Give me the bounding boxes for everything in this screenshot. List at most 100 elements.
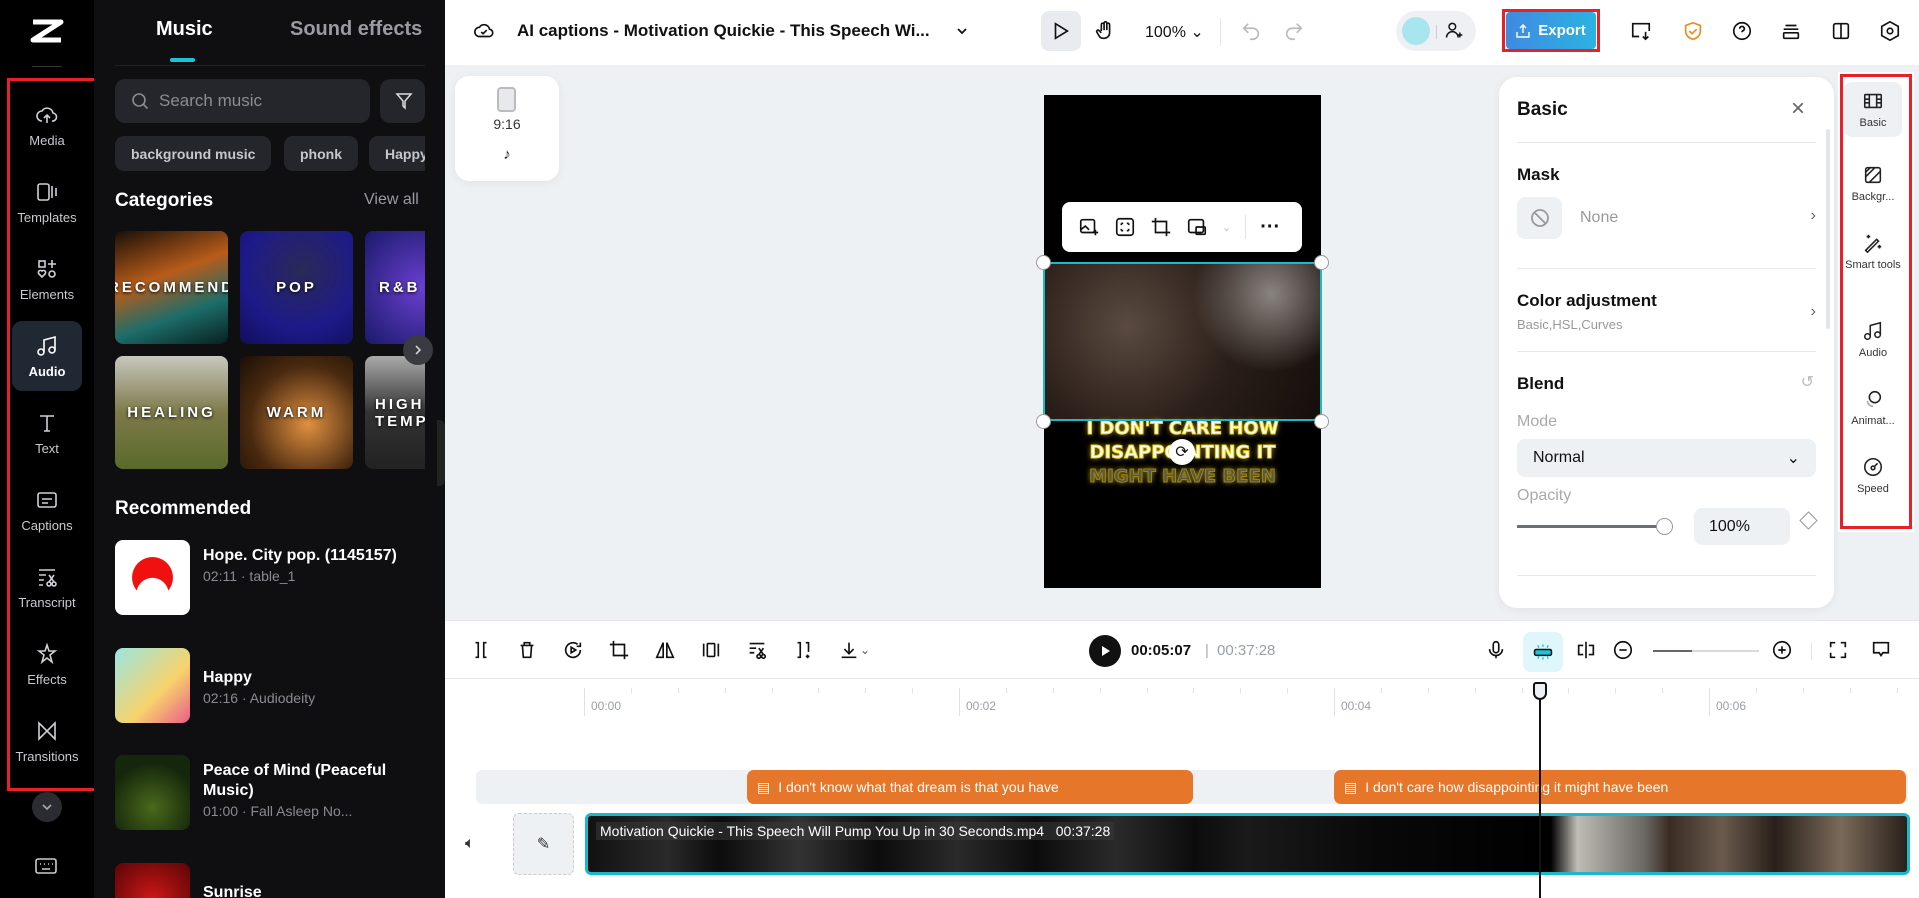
help-button[interactable] (1731, 20, 1753, 42)
rail-captions[interactable]: Captions (12, 475, 82, 545)
settings-button[interactable] (1879, 20, 1901, 42)
zoom-out-icon[interactable] (1612, 639, 1634, 661)
right-rail-basic[interactable]: Basic (1844, 82, 1902, 137)
replay-icon[interactable] (562, 639, 584, 661)
video-clip[interactable]: Motivation Quickie - This Speech Will Pu… (585, 813, 1910, 875)
chip-happy[interactable]: Happy (369, 136, 425, 171)
picture-in-picture-icon[interactable] (1186, 216, 1208, 238)
cloud-save-icon[interactable] (473, 20, 495, 42)
layout-button[interactable] (1830, 20, 1852, 42)
category-pop[interactable]: POP (240, 231, 353, 344)
more-options-icon[interactable]: ··· (1260, 216, 1280, 239)
undo-button[interactable] (1240, 20, 1262, 42)
resize-handle[interactable] (1314, 414, 1329, 429)
select-tool-button[interactable] (1041, 11, 1081, 51)
right-rail-speed[interactable]: Speed (1844, 448, 1902, 503)
fullscreen-icon[interactable] (1827, 639, 1849, 661)
playhead-handle[interactable] (1533, 682, 1548, 700)
playhead[interactable] (1533, 682, 1548, 898)
panel-collapse-handle[interactable] (437, 420, 445, 486)
right-rail-smart-tools[interactable]: Smart tools (1844, 224, 1902, 279)
song-item[interactable]: Peace of Mind (Peaceful Music) 01:00 · Fa… (115, 755, 435, 831)
delete-icon[interactable] (516, 639, 538, 661)
search-input[interactable]: Search music (115, 79, 370, 123)
smart-split-icon[interactable] (792, 639, 814, 661)
chip-background-music[interactable]: background music (115, 136, 272, 171)
blend-mode-select[interactable]: Normal ⌄ (1517, 439, 1816, 477)
hand-tool-button[interactable] (1085, 11, 1125, 51)
freeze-frame-icon[interactable] (700, 639, 722, 661)
opacity-slider[interactable] (1517, 518, 1673, 535)
tab-music[interactable]: Music (156, 18, 213, 41)
caption-clip[interactable]: ▤ I don't care how disappointing it might… (1334, 770, 1906, 804)
transcript-cut-icon[interactable] (746, 639, 768, 661)
record-voice-icon[interactable] (1485, 639, 1507, 661)
time-ruler[interactable]: 00:00 00:02 00:04 00:06 (445, 680, 1919, 720)
aspect-ratio-card[interactable]: 9:16 ♪ (455, 76, 559, 181)
download-icon[interactable]: ⌄ (838, 639, 870, 661)
fit-icon[interactable] (1114, 216, 1136, 238)
category-healing[interactable]: HEALING (115, 356, 228, 469)
chevron-down-icon[interactable]: ⌄ (1222, 221, 1231, 234)
rail-transcript[interactable]: Transcript (12, 552, 82, 622)
crop-icon[interactable] (608, 639, 630, 661)
rotate-handle-icon[interactable]: ⟳ (1169, 439, 1195, 465)
song-item[interactable]: Hope. City pop. (1145157) 02:11 · table_1 (115, 540, 435, 616)
rail-transitions[interactable]: Transitions (12, 706, 82, 776)
expand-more-button[interactable] (32, 792, 62, 822)
chevron-down-icon[interactable] (955, 24, 969, 38)
play-button[interactable] (1089, 635, 1121, 667)
scrollbar[interactable] (1826, 129, 1830, 329)
view-all-link[interactable]: View all (364, 191, 419, 209)
track-mute-icon[interactable]: 🔈︎ (465, 835, 475, 853)
rail-effects[interactable]: Effects (12, 629, 82, 699)
chip-phonk[interactable]: phonk (284, 136, 358, 171)
opacity-slider-thumb[interactable] (1656, 518, 1673, 535)
caption-view-icon[interactable] (1870, 639, 1892, 661)
download-to-device-button[interactable] (1630, 20, 1652, 42)
category-warm[interactable]: WARM (240, 356, 353, 469)
reset-icon[interactable]: ↺ (1801, 372, 1814, 392)
project-title[interactable]: AI captions - Motivation Quickie - This … (517, 21, 930, 41)
replace-image-icon[interactable] (1078, 216, 1100, 238)
zoom-in-icon[interactable] (1771, 639, 1793, 661)
video-preview[interactable]: I DON'T CARE HOW DISAPPOINTING IT MIGHT … (1044, 95, 1321, 588)
mask-selector[interactable]: None › (1517, 197, 1816, 241)
resize-handle[interactable] (1036, 414, 1051, 429)
rail-text[interactable]: Text (12, 398, 82, 468)
split-screen-icon[interactable] (1575, 639, 1597, 661)
rail-media[interactable]: Media (12, 90, 82, 160)
auto-snap-button[interactable] (1523, 632, 1563, 672)
caption-clip[interactable]: ▤ I don't know what that dream is that yo… (747, 770, 1193, 804)
add-user-icon[interactable] (1444, 20, 1464, 40)
keyboard-shortcuts-button[interactable] (34, 856, 58, 881)
rail-elements[interactable]: Elements (12, 244, 82, 314)
edit-cover-button[interactable]: ✎ (513, 813, 574, 875)
color-adjustment-row[interactable]: Color adjustment Basic,HSL,Curves › (1517, 291, 1816, 341)
redo-button[interactable] (1283, 20, 1305, 42)
category-high-tempo[interactable]: HIGH TEMPO (365, 356, 425, 469)
keyframe-icon[interactable] (1799, 511, 1818, 530)
split-icon[interactable] (470, 639, 492, 661)
rail-audio[interactable]: Audio (12, 321, 82, 391)
crop-icon[interactable] (1150, 216, 1172, 238)
close-icon[interactable]: × (1791, 95, 1805, 123)
rail-templates[interactable]: Templates (12, 167, 82, 237)
mirror-icon[interactable] (654, 639, 676, 661)
export-button[interactable]: Export (1506, 12, 1596, 49)
layers-button[interactable] (1780, 20, 1802, 42)
right-rail-background[interactable]: Backgr... (1844, 156, 1902, 211)
category-recommend[interactable]: RECOMMEND (115, 231, 228, 344)
right-rail-audio[interactable]: Audio (1844, 312, 1902, 367)
right-rail-animation[interactable]: Animat... (1844, 380, 1902, 435)
resize-handle[interactable] (1036, 255, 1051, 270)
song-item[interactable]: Happy 02:16 · Audiodeity (115, 648, 435, 724)
timeline-zoom-slider[interactable] (1653, 650, 1759, 652)
collaborators[interactable] (1396, 11, 1476, 51)
resize-handle[interactable] (1314, 255, 1329, 270)
capcut-logo[interactable] (30, 18, 64, 44)
song-item[interactable]: Sunrise (115, 863, 435, 898)
category-rnb[interactable]: R&B (365, 231, 425, 344)
categories-next-button[interactable] (403, 335, 433, 365)
opacity-input[interactable]: 100% (1694, 508, 1790, 545)
